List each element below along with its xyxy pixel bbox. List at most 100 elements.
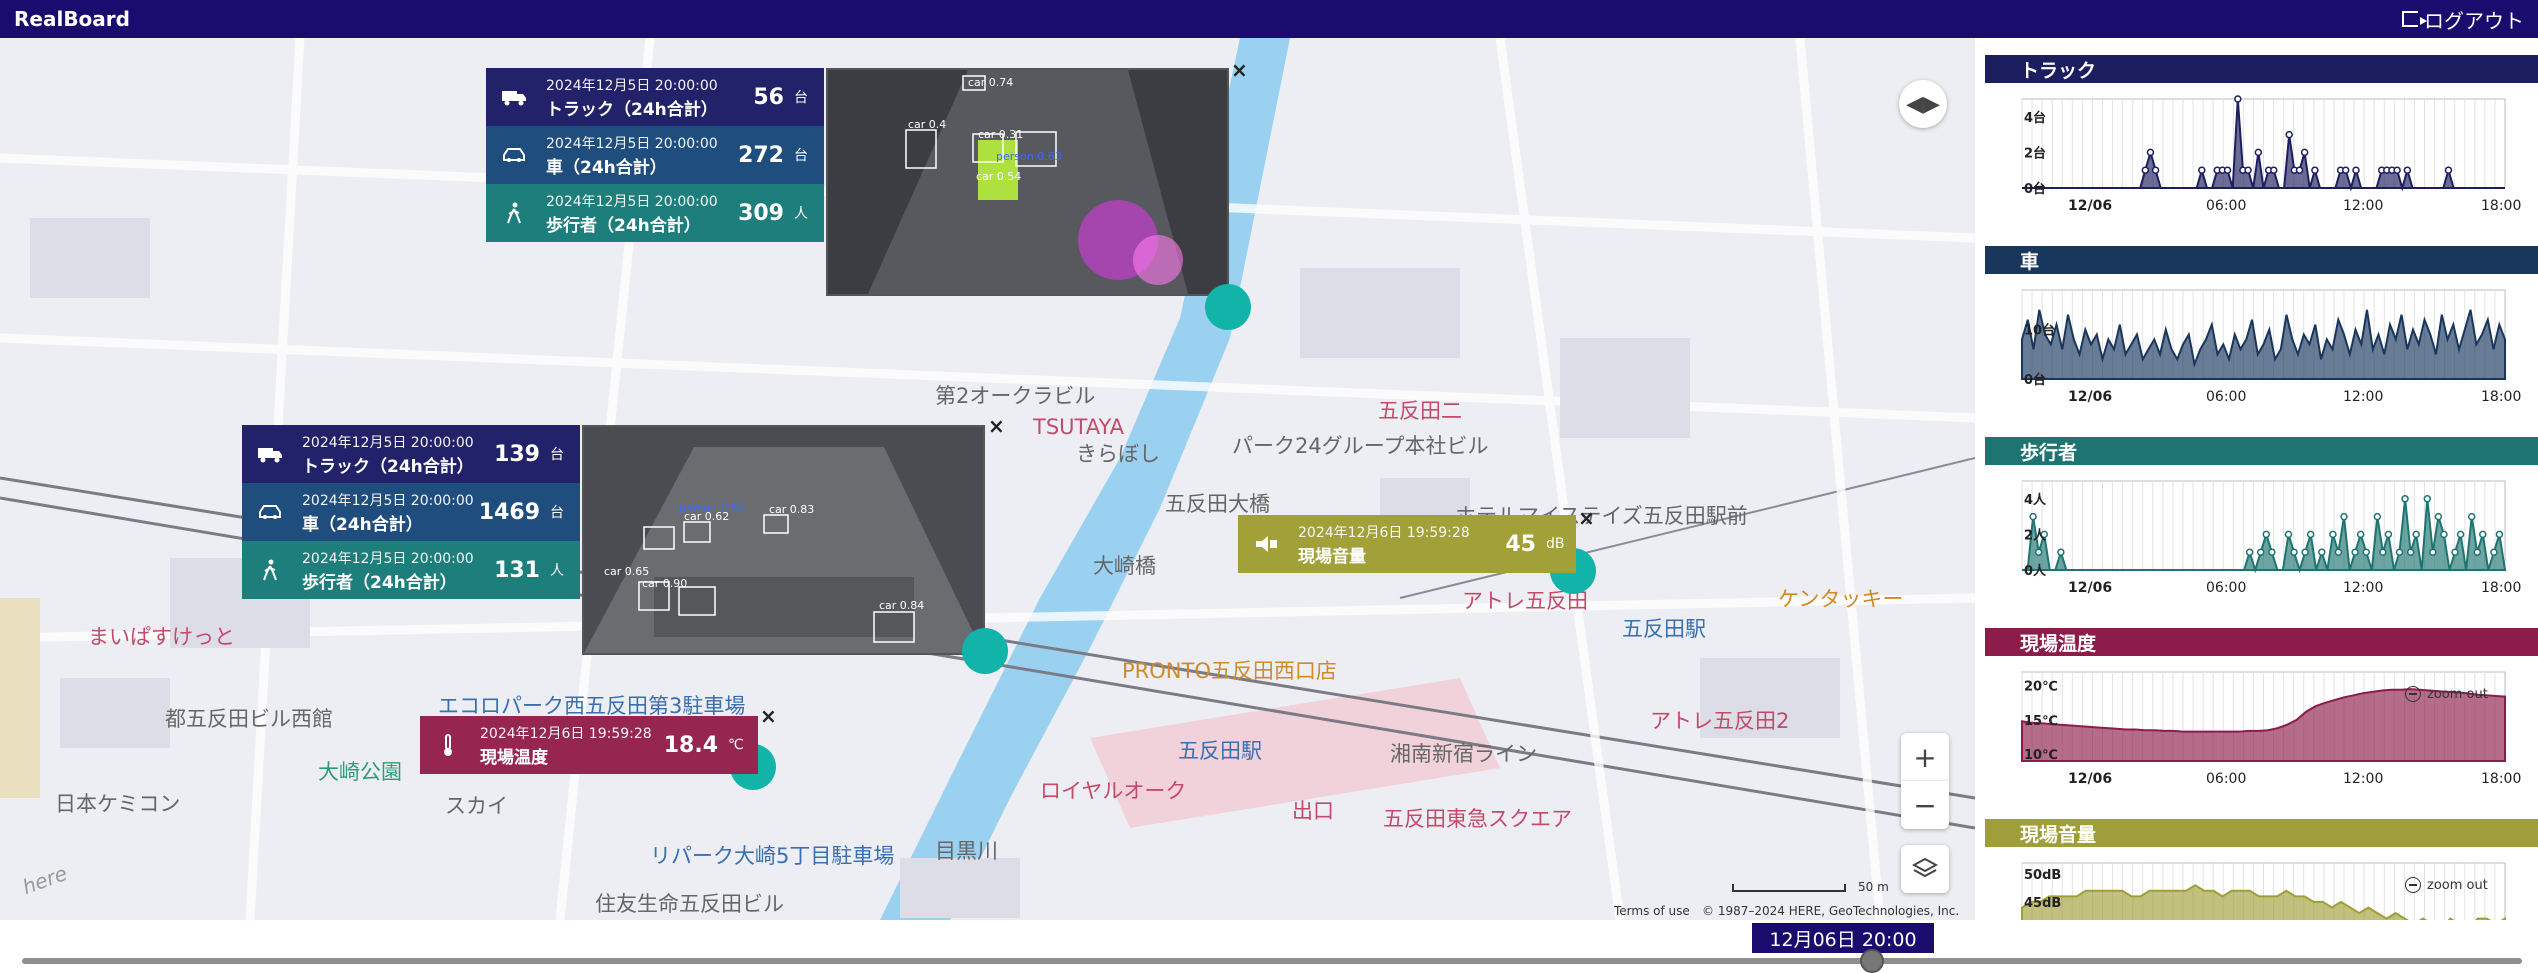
zoom-out-button[interactable]: zoom out	[2405, 877, 2488, 893]
chart-y-tick: 0台	[2024, 372, 2046, 388]
truck-icon	[500, 86, 528, 108]
timeline: 12月06日 20:00	[0, 920, 2538, 973]
terms-link[interactable]: Terms of use	[1614, 904, 1690, 918]
chart-car[interactable]: 0台 10台 12/06 06:00 12:00 18:00	[1985, 274, 2538, 424]
camera-feed-1[interactable]: car 0.74 car 0.4 car 0.31 car 0.54 perso…	[826, 68, 1229, 296]
layers-button[interactable]	[1901, 845, 1949, 893]
chart-y-tick: 50dB	[2024, 868, 2061, 883]
chart-title: 車	[1985, 246, 2538, 274]
chart-point	[2270, 166, 2278, 174]
chart-point	[2318, 548, 2326, 556]
zoom-out-icon	[2405, 877, 2421, 893]
close-temp-card-button[interactable]: ×	[760, 704, 777, 728]
chart-x-tick: 12:00	[2343, 389, 2383, 405]
chart-point	[2373, 512, 2382, 521]
top-bar: RealBoard ログアウト	[0, 0, 2538, 38]
chart-point	[2440, 530, 2448, 539]
stat-row: 2024年12月5日 20:00:00 車（24h合計） 1469 台	[242, 483, 580, 541]
camera-image-2: car 0.62 car 0.83 car 0.65 car 0.90 car …	[584, 427, 983, 653]
chart-point	[2362, 548, 2370, 556]
chart-pedestrian[interactable]: 0人 2人 4人 12/06 06:00 12:00 18:00	[1985, 465, 2538, 615]
camera-image-1: car 0.74 car 0.4 car 0.31 car 0.54 perso…	[828, 70, 1227, 294]
chart-x-tick: 12:00	[2343, 580, 2383, 596]
cam1-label: car 0.74	[968, 76, 1013, 89]
chart-point	[2285, 130, 2293, 139]
stat-value: 56	[753, 84, 784, 110]
chart-y-tick: 15℃	[2024, 714, 2058, 729]
stat-label: 車（24h合計）	[302, 514, 423, 535]
zoom-out-label: zoom out	[2427, 686, 2488, 702]
chart-point	[2198, 166, 2206, 174]
stat-label: 車（24h合計）	[546, 157, 667, 178]
chart-point	[2401, 495, 2409, 503]
map-poi-label: 五反田駅	[1622, 617, 1706, 641]
chart-x-tick: 12/06	[2068, 389, 2112, 405]
chart-section-car: 車 0台 10台 12/06 06:00 12:00 18:00	[1985, 246, 2538, 428]
zoom-in-button[interactable]: +	[1901, 733, 1949, 781]
zoom-out-button[interactable]: zoom out	[2405, 686, 2488, 702]
noise-card[interactable]: 2024年12月6日 19:59:28 現場音量 45 dB	[1238, 515, 1576, 573]
chart-point	[2406, 548, 2415, 556]
stat-value: 45	[1505, 531, 1536, 557]
chart-point	[2234, 95, 2242, 103]
chart-point	[2393, 166, 2401, 174]
chart-point	[2256, 548, 2265, 556]
stat-value: 139	[494, 441, 540, 467]
close-noise-card-button[interactable]: ×	[1578, 506, 1595, 530]
chart-point	[2141, 166, 2150, 174]
stat-row: 2024年12月5日 20:00:00 歩行者（24h合計） 309 人	[486, 184, 824, 242]
stat-unit: 台	[550, 447, 564, 463]
map-poi-label: まいぱすけっと	[88, 625, 235, 649]
camera-feed-2[interactable]: car 0.62 car 0.83 car 0.65 car 0.90 car …	[582, 425, 985, 655]
temperature-card[interactable]: 2024年12月6日 19:59:28 現場温度 18.4 ℃	[420, 716, 758, 774]
sensor-marker[interactable]	[1205, 284, 1251, 330]
chart-y-tick: 45dB	[2024, 896, 2061, 911]
timeline-track[interactable]	[22, 958, 2522, 964]
stat-label: トラック（24h合計）	[302, 456, 474, 477]
chart-x-tick: 12/06	[2068, 198, 2112, 214]
sensor-marker[interactable]	[962, 628, 1008, 674]
chart-truck[interactable]: 0台 2台 4台 12/06 06:00 12:00 18:00	[1985, 83, 2538, 233]
logout-button[interactable]: ログアウト	[2402, 5, 2524, 34]
chart-x-tick: 12:00	[2343, 771, 2383, 787]
stat-timestamp: 2024年12月6日 19:59:28	[480, 725, 652, 742]
timeline-thumb[interactable]	[1860, 949, 1884, 973]
chart-point	[2300, 148, 2309, 157]
chart-title: 歩行者	[1985, 437, 2538, 465]
map-poi-label: リパーク大崎5丁目駐車場	[650, 844, 895, 868]
chart-title: 現場音量	[1985, 819, 2538, 847]
compass-button[interactable]: ◀▶	[1899, 80, 1947, 128]
stat-row: 2024年12月6日 19:59:28 現場温度 18.4 ℃	[420, 716, 758, 774]
stat-timestamp: 2024年12月5日 20:00:00	[302, 434, 474, 451]
traffic-card-1[interactable]: 2024年12月5日 20:00:00 トラック（24h合計） 56 台 2024年12…	[486, 68, 824, 242]
traffic-card-2[interactable]: 2024年12月5日 20:00:00 トラック（24h合計） 139 台 2024年1…	[242, 425, 580, 599]
stat-timestamp: 2024年12月5日 20:00:00	[302, 492, 474, 509]
stat-row: 2024年12月5日 20:00:00 トラック（24h合計） 139 台	[242, 425, 580, 483]
cam2-label: car 0.90	[642, 577, 687, 590]
stat-label: 現場温度	[480, 747, 548, 768]
chart-x-tick: 06:00	[2206, 198, 2246, 214]
zoom-out-button[interactable]: −	[1901, 781, 1949, 829]
thermometer-icon	[434, 734, 462, 756]
chart-x-tick: 06:00	[2206, 771, 2246, 787]
chart-y-tick: 0人	[2024, 563, 2047, 579]
close-camera-1-button[interactable]: ×	[1231, 58, 1248, 82]
chart-y-tick: 20℃	[2024, 680, 2058, 695]
chart-point	[2223, 166, 2232, 174]
chart-point	[2429, 548, 2437, 556]
stat-unit: 人	[794, 206, 808, 222]
car-icon	[500, 144, 528, 166]
map-view[interactable]: まいぱすけっと 都五反田ビル西館 大崎公園 日本ケミコン スカイ エコロパーク西五反田第3…	[0, 38, 1975, 920]
stat-value: 272	[738, 142, 784, 168]
map-poi-label: パーク24グループ本社ビル	[1232, 434, 1489, 458]
stat-unit: ℃	[728, 737, 744, 753]
chart-temp[interactable]: 10℃ 15℃ 20℃ 12/06 06:00 12:00 18:00	[1985, 656, 2538, 806]
stat-timestamp: 2024年12月6日 19:59:28	[1298, 524, 1470, 541]
close-camera-2-button[interactable]: ×	[988, 414, 1005, 438]
stat-timestamp: 2024年12月5日 20:00:00	[302, 550, 474, 567]
pedestrian-icon	[500, 202, 528, 224]
speaker-icon	[1252, 533, 1280, 555]
stat-value: 131	[494, 557, 540, 583]
chart-y-tick: 4台	[2024, 110, 2046, 126]
chart-point	[2423, 495, 2432, 503]
